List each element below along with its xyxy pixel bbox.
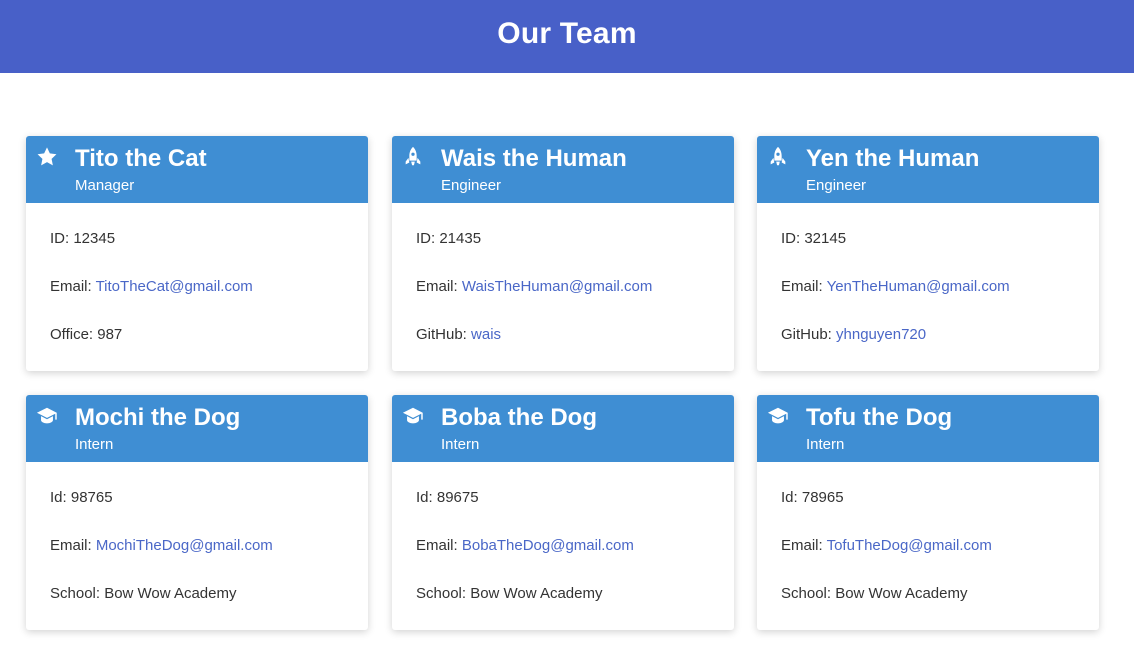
- email-row: Email: YenTheHuman@gmail.com: [781, 278, 1010, 295]
- id-value: 89675: [436, 489, 479, 506]
- rocket-icon: [402, 146, 424, 168]
- employee-role: Intern: [806, 436, 845, 453]
- office-value: 987: [97, 326, 123, 343]
- email-link[interactable]: TofuTheDog@gmail.com: [827, 537, 992, 554]
- card-header: Mochi the Dog Intern: [26, 395, 368, 462]
- email-row: Email: MochiTheDog@gmail.com: [50, 537, 273, 554]
- id-row: ID: 32145: [781, 230, 847, 247]
- employee-role: Intern: [441, 436, 480, 453]
- id-value: 32145: [804, 230, 847, 247]
- email-link[interactable]: WaisTheHuman@gmail.com: [462, 278, 653, 295]
- employee-name: Wais the Human: [441, 145, 627, 172]
- employee-name: Yen the Human: [806, 145, 980, 172]
- github-row: GitHub: wais: [416, 326, 502, 343]
- employee-card: Yen the Human Engineer ID: 32145 Email: …: [757, 136, 1099, 371]
- github-link[interactable]: wais: [471, 326, 501, 343]
- id-row: ID: 21435: [416, 230, 482, 247]
- employee-role: Engineer: [441, 177, 502, 194]
- id-row: Id: 98765: [50, 489, 113, 506]
- employee-card: Mochi the Dog Intern Id: 98765 Email: Mo…: [26, 395, 368, 630]
- school-value: Bow Wow Academy: [470, 585, 603, 602]
- id-row: Id: 78965: [781, 489, 844, 506]
- school-row: School: Bow Wow Academy: [50, 585, 237, 602]
- employee-role: Intern: [75, 436, 114, 453]
- email-link[interactable]: BobaTheDog@gmail.com: [462, 537, 634, 554]
- employee-name: Boba the Dog: [441, 404, 597, 431]
- school-row: School: Bow Wow Academy: [416, 585, 603, 602]
- school-value: Bow Wow Academy: [104, 585, 237, 602]
- page-title: Our Team: [497, 16, 637, 50]
- id-row: Id: 89675: [416, 489, 479, 506]
- card-header: Tofu the Dog Intern: [757, 395, 1099, 462]
- card-header: Boba the Dog Intern: [392, 395, 734, 462]
- employee-card: Tito the Cat Manager ID: 12345 Email: Ti…: [26, 136, 368, 371]
- office-row: Office: 987: [50, 326, 123, 343]
- github-link[interactable]: yhnguyen720: [836, 326, 926, 343]
- employee-name: Mochi the Dog: [75, 404, 241, 431]
- graduation-cap-icon: [402, 405, 424, 427]
- employee-card: Boba the Dog Intern Id: 89675 Email: Bob…: [392, 395, 734, 630]
- card-header: Yen the Human Engineer: [757, 136, 1099, 203]
- graduation-cap-icon: [767, 405, 789, 427]
- id-value: 12345: [73, 230, 116, 247]
- email-link[interactable]: YenTheHuman@gmail.com: [827, 278, 1010, 295]
- employee-card: Tofu the Dog Intern Id: 78965 Email: Tof…: [757, 395, 1099, 630]
- github-row: GitHub: yhnguyen720: [781, 326, 927, 343]
- email-row: Email: TitoTheCat@gmail.com: [50, 278, 253, 295]
- employee-role: Engineer: [806, 177, 867, 194]
- employee-card: Wais the Human Engineer ID: 21435 Email:…: [392, 136, 734, 371]
- id-value: 21435: [439, 230, 482, 247]
- school-row: School: Bow Wow Academy: [781, 585, 968, 602]
- card-header: Wais the Human Engineer: [392, 136, 734, 203]
- employee-name: Tito the Cat: [75, 145, 207, 172]
- employee-role: Manager: [75, 177, 135, 194]
- card-header: Tito the Cat Manager: [26, 136, 368, 203]
- graduation-cap-icon: [36, 405, 58, 427]
- id-row: ID: 12345: [50, 230, 116, 247]
- email-row: Email: WaisTheHuman@gmail.com: [416, 278, 653, 295]
- rocket-icon: [767, 146, 789, 168]
- email-row: Email: TofuTheDog@gmail.com: [781, 537, 992, 554]
- page-header: Our Team: [0, 0, 1134, 73]
- id-value: 98765: [70, 489, 113, 506]
- email-row: Email: BobaTheDog@gmail.com: [416, 537, 634, 554]
- id-value: 78965: [801, 489, 844, 506]
- employee-name: Tofu the Dog: [806, 404, 953, 431]
- school-value: Bow Wow Academy: [835, 585, 968, 602]
- email-link[interactable]: TitoTheCat@gmail.com: [96, 278, 253, 295]
- star-icon: [36, 146, 58, 168]
- email-link[interactable]: MochiTheDog@gmail.com: [96, 537, 273, 554]
